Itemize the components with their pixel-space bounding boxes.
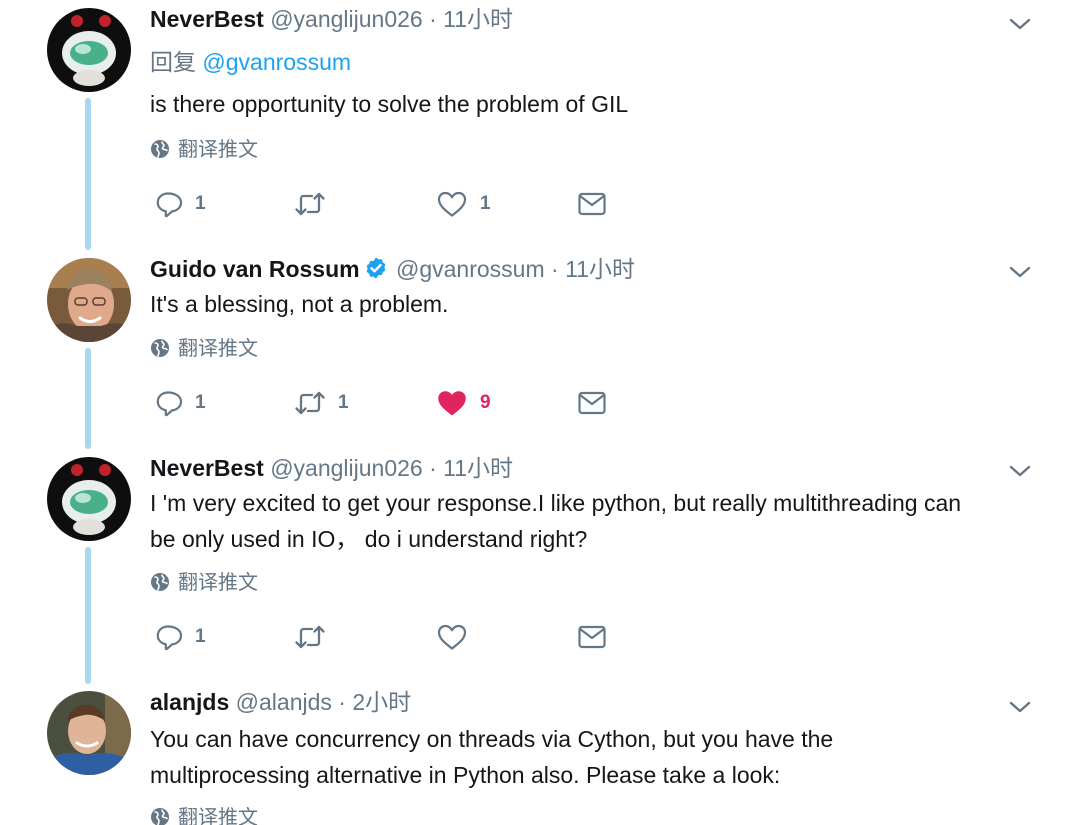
translate-tweet-link[interactable]: 翻译推文 (150, 804, 258, 825)
reply-button[interactable]: 1 (155, 385, 206, 421)
retweet-count: 1 (338, 392, 349, 413)
heart-icon (436, 190, 468, 218)
mention-link[interactable]: @gvanrossum (202, 49, 351, 75)
avatar[interactable] (47, 457, 131, 541)
reply-count: 1 (195, 626, 206, 647)
avatar[interactable] (47, 691, 131, 775)
timestamp[interactable]: 11小时 (443, 455, 513, 481)
retweet-icon (294, 623, 326, 651)
retweet-button[interactable]: 1 (294, 385, 349, 421)
verified-icon (364, 256, 388, 280)
retweet-button[interactable] (294, 186, 338, 222)
username[interactable]: @gvanrossum (396, 256, 545, 282)
display-name[interactable]: Guido van Rossum (150, 256, 360, 282)
chevron-down-icon[interactable] (1006, 10, 1034, 38)
heart-icon (436, 389, 468, 417)
tweet-text: You can have concurrency on threads via … (150, 721, 1040, 793)
timestamp[interactable]: 2小时 (352, 689, 411, 715)
tweet-actions: 1 (0, 619, 1080, 655)
tweet-text-line: multiprocessing alternative in Python al… (150, 762, 781, 788)
translate-label: 翻译推文 (178, 807, 258, 825)
conversation-thread: NeverBest @yanglijun026 · 11小时 回复 @gvanr… (0, 0, 1080, 825)
globe-icon (150, 338, 170, 358)
separator: · (338, 689, 346, 715)
like-button[interactable]: 1 (436, 186, 491, 222)
timestamp[interactable]: 11小时 (565, 256, 635, 282)
translate-tweet-link[interactable]: 翻译推文 (150, 136, 258, 164)
globe-icon (150, 807, 170, 825)
reply-count: 1 (195, 193, 206, 214)
thread-line (85, 547, 91, 684)
like-count: 9 (480, 392, 491, 413)
avatar[interactable] (47, 8, 131, 92)
like-button[interactable]: 9 (436, 385, 491, 421)
tweet-actions: 1 1 9 (0, 385, 1080, 421)
globe-icon (150, 572, 170, 592)
translate-tweet-link[interactable]: 翻译推文 (150, 335, 258, 363)
tweet-header: NeverBest @yanglijun026 · 11小时 (150, 453, 513, 483)
reply-icon (155, 389, 183, 417)
tweet-header: Guido van Rossum @gvanrossum · 11小时 (150, 254, 635, 284)
reply-button[interactable]: 1 (155, 186, 206, 222)
retweet-icon (294, 190, 326, 218)
direct-message-button[interactable] (577, 385, 607, 421)
mail-icon (577, 191, 607, 217)
retweet-button[interactable] (294, 619, 338, 655)
separator: · (429, 6, 437, 32)
translate-label: 翻译推文 (178, 139, 258, 161)
chevron-down-icon[interactable] (1006, 693, 1034, 721)
tweet-text: I 'm very excited to get your response.I… (150, 485, 1040, 557)
tweet-actions: 1 1 (0, 186, 1080, 222)
username[interactable]: @alanjds (236, 689, 332, 715)
tweet-text-line: You can have concurrency on threads via … (150, 726, 834, 752)
tweet-text-line: I 'm very excited to get your response.I… (150, 490, 962, 516)
chevron-down-icon[interactable] (1006, 258, 1034, 286)
direct-message-button[interactable] (577, 186, 607, 222)
reply-prefix: 回复 (150, 49, 196, 75)
reply-icon (155, 190, 183, 218)
display-name[interactable]: NeverBest (150, 6, 264, 32)
retweet-icon (294, 389, 326, 417)
reply-icon (155, 623, 183, 651)
reply-context: 回复 @gvanrossum (150, 47, 351, 77)
display-name[interactable]: alanjds (150, 689, 229, 715)
separator: · (551, 256, 559, 282)
globe-icon (150, 139, 170, 159)
avatar[interactable] (47, 258, 131, 342)
reply-button[interactable]: 1 (155, 619, 206, 655)
mail-icon (577, 390, 607, 416)
like-button[interactable] (436, 619, 480, 655)
username[interactable]: @yanglijun026 (270, 455, 423, 481)
translate-label: 翻译推文 (178, 338, 258, 360)
thread-line (85, 98, 91, 250)
translate-tweet-link[interactable]: 翻译推文 (150, 569, 258, 597)
chevron-down-icon[interactable] (1006, 457, 1034, 485)
tweet-text: is there opportunity to solve the proble… (150, 91, 629, 117)
direct-message-button[interactable] (577, 619, 607, 655)
tweet-header: NeverBest @yanglijun026 · 11小时 (150, 4, 513, 34)
timestamp[interactable]: 11小时 (443, 6, 513, 32)
tweet-text: It's a blessing, not a problem. (150, 291, 449, 317)
mail-icon (577, 624, 607, 650)
reply-count: 1 (195, 392, 206, 413)
display-name[interactable]: NeverBest (150, 455, 264, 481)
separator: · (429, 455, 437, 481)
heart-icon (436, 623, 468, 651)
username[interactable]: @yanglijun026 (270, 6, 423, 32)
like-count: 1 (480, 193, 491, 214)
tweet-text-line: be only used in IO， do i understand righ… (150, 526, 588, 552)
tweet-header: alanjds @alanjds · 2小时 (150, 687, 411, 717)
translate-label: 翻译推文 (178, 572, 258, 594)
